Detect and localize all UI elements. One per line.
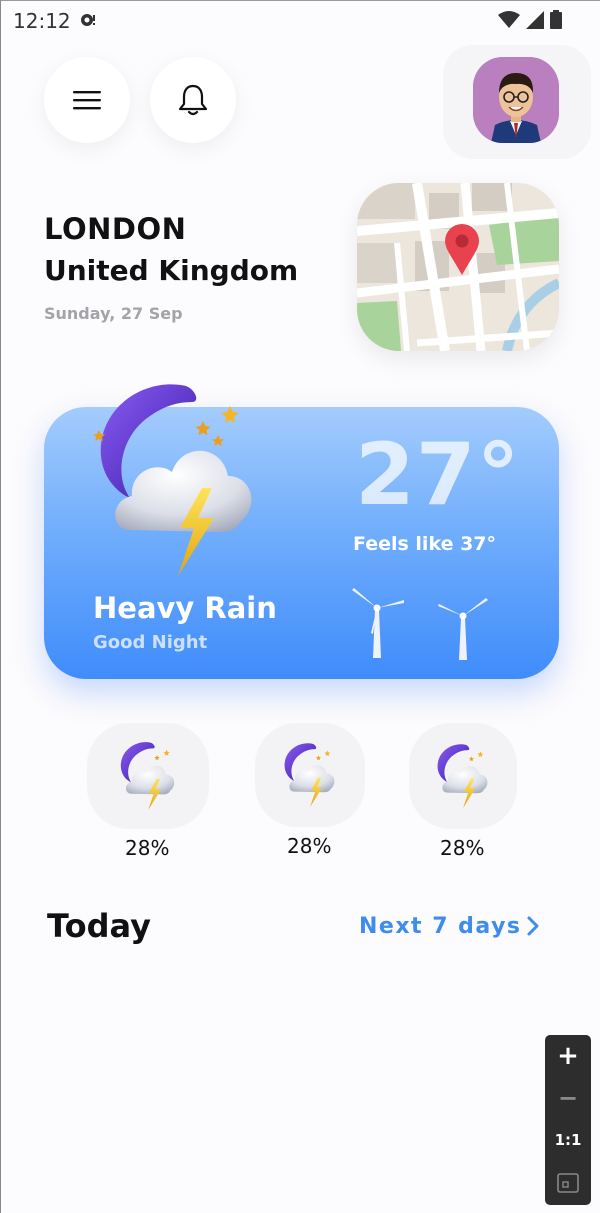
bell-icon bbox=[178, 84, 208, 116]
map-pin-icon bbox=[357, 183, 559, 351]
signal-icon bbox=[526, 10, 544, 29]
next-7-days-link[interactable]: Next 7 days bbox=[359, 914, 522, 939]
actual-size-button[interactable]: 1:1 bbox=[545, 1131, 591, 1149]
hourly-forecast-card[interactable] bbox=[87, 723, 209, 829]
zoom-out-button[interactable]: − bbox=[545, 1084, 591, 1112]
notification-icon bbox=[81, 14, 95, 26]
menu-button[interactable] bbox=[44, 57, 130, 143]
status-bar: 12:12 bbox=[0, 0, 600, 40]
hourly-forecast-card[interactable] bbox=[255, 723, 365, 827]
battery-icon bbox=[550, 10, 562, 29]
weather-condition: Heavy Rain bbox=[93, 591, 277, 625]
notifications-button[interactable] bbox=[150, 57, 236, 143]
zoom-controls: + − 1:1 bbox=[545, 1035, 591, 1205]
moon-thunderstorm-icon bbox=[284, 743, 335, 807]
moon-thunderstorm-icon bbox=[120, 742, 175, 811]
hamburger-menu-icon bbox=[73, 91, 101, 110]
fit-screen-icon[interactable] bbox=[557, 1173, 579, 1193]
hourly-precip-percent: 28% bbox=[287, 834, 332, 858]
feels-like: Feels like 37° bbox=[353, 533, 497, 555]
avatar[interactable] bbox=[473, 57, 559, 143]
moon-thunderstorm-icon bbox=[93, 384, 252, 576]
wind-turbine-icon bbox=[438, 598, 488, 660]
moon-thunderstorm-icon bbox=[437, 744, 488, 808]
greeting: Good Night bbox=[93, 632, 208, 653]
today-heading: Today bbox=[47, 907, 151, 945]
user-avatar bbox=[473, 57, 559, 143]
country-name: United Kingdom bbox=[44, 254, 299, 287]
status-time: 12:12 bbox=[13, 9, 71, 33]
current-date: Sunday, 27 Sep bbox=[44, 304, 183, 323]
city-name: LONDON bbox=[44, 212, 187, 246]
current-temperature: 27° bbox=[355, 425, 521, 525]
chevron-right-icon[interactable] bbox=[525, 915, 541, 937]
hourly-precip-percent: 28% bbox=[440, 836, 485, 860]
wind-turbine-icon bbox=[352, 588, 404, 658]
status-icons bbox=[498, 10, 562, 29]
hourly-precip-percent: 28% bbox=[125, 836, 170, 860]
hourly-forecast-card[interactable] bbox=[409, 723, 517, 829]
zoom-in-button[interactable]: + bbox=[545, 1041, 591, 1071]
wifi-icon bbox=[498, 10, 520, 28]
map-button[interactable] bbox=[357, 183, 559, 351]
